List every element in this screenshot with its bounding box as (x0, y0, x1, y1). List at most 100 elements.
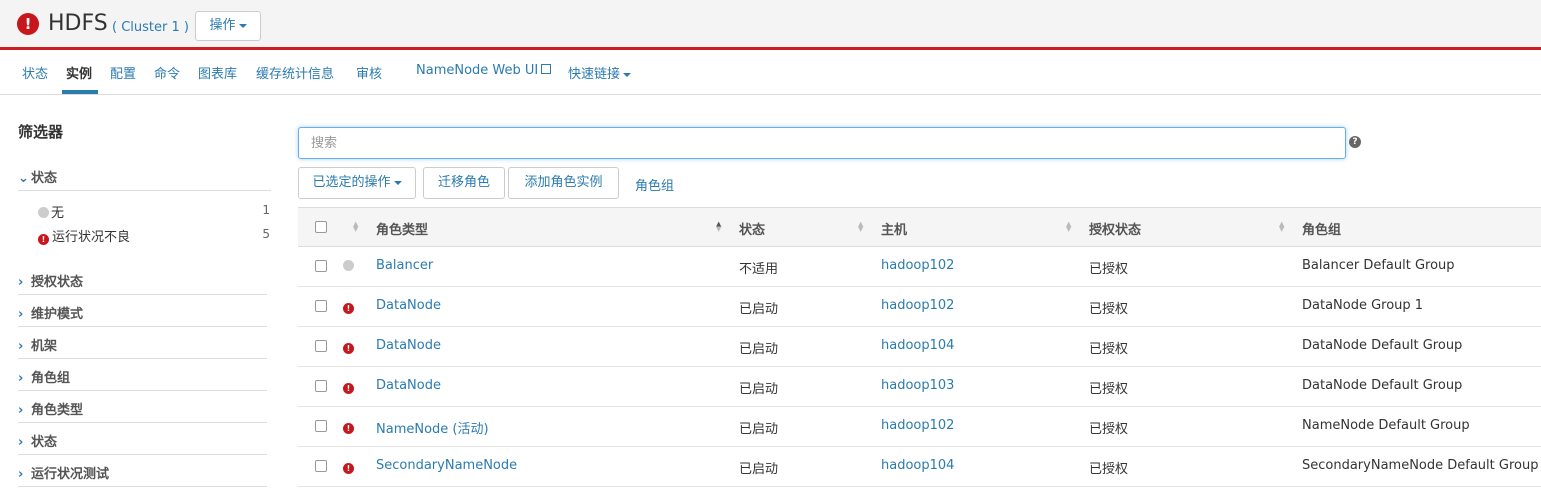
column-header-status[interactable]: 状态 (739, 219, 765, 238)
sort-icon[interactable]: ▲ ▼ (1066, 221, 1072, 233)
actions-label: 操作 (209, 18, 236, 33)
help-icon[interactable]: ? (1349, 136, 1361, 148)
role-group: DataNode Default Group (1302, 378, 1463, 393)
host-link[interactable]: hadoop102 (881, 418, 954, 433)
commission-state: 已授权 (1089, 462, 1129, 477)
filter-section-commission-state[interactable]: › 授权状态 (18, 271, 83, 290)
table-row: ! DataNode 已启动 hadoop104 已授权 DataNode De… (298, 327, 1541, 367)
filter-section-rack[interactable]: › 机架 (18, 335, 57, 354)
service-header: ! HDFS ( Cluster 1 ) 操作 (0, 0, 1541, 50)
role-type-link[interactable]: DataNode (376, 338, 441, 353)
tab-audits[interactable]: 审核 (356, 63, 382, 82)
role-type-link[interactable]: DataNode (376, 378, 441, 393)
cluster-link[interactable]: ( Cluster 1 ) (112, 20, 189, 35)
host-link[interactable]: hadoop104 (881, 458, 954, 473)
sort-icon[interactable]: ▲ ▼ (858, 221, 864, 233)
role-status: 不适用 (739, 262, 779, 277)
table-row: ! SecondaryNameNode 已启动 hadoop104 已授权 Se… (298, 447, 1541, 487)
search-input[interactable] (298, 127, 1346, 159)
role-type-link[interactable]: DataNode (376, 298, 441, 313)
divider (18, 454, 267, 455)
row-checkbox[interactable] (315, 300, 327, 312)
row-checkbox[interactable] (315, 340, 327, 352)
row-checkbox[interactable] (315, 460, 327, 472)
host-link[interactable]: hadoop102 (881, 258, 954, 273)
filter-section-maintenance-mode[interactable]: › 维护模式 (18, 303, 83, 322)
filter-section-label: 机架 (31, 339, 58, 354)
table-row: ! DataNode 已启动 hadoop103 已授权 DataNode De… (298, 367, 1541, 407)
row-checkbox[interactable] (315, 260, 327, 272)
filter-section-label: 授权状态 (31, 275, 84, 290)
column-header-role-group[interactable]: 角色组 (1302, 219, 1341, 238)
table-row: ! NameNode (活动) 已启动 hadoop102 已授权 NameNo… (298, 407, 1541, 447)
filter-section-label: 状态 (31, 171, 58, 186)
host-link[interactable]: hadoop102 (881, 298, 954, 313)
sort-ascending-icon[interactable]: ▲ ▼ (716, 221, 722, 233)
filter-option-none[interactable]: 无 (38, 202, 64, 221)
tab-commands[interactable]: 命令 (154, 63, 180, 82)
selected-actions-dropdown[interactable]: 已选定的操作 (298, 167, 416, 199)
column-header-host[interactable]: 主机 (881, 219, 907, 238)
caret-down-icon (393, 180, 402, 185)
tab-status[interactable]: 状态 (22, 63, 48, 82)
add-role-instance-button[interactable]: 添加角色实例 (508, 167, 619, 199)
quick-links-label: 快速链接 (568, 67, 621, 82)
filter-section-status-expanded[interactable]: ⌄ 状态 (18, 167, 57, 186)
filter-option-label: 运行状况不良 (52, 230, 131, 245)
divider (18, 358, 267, 359)
table-row: ! DataNode 已启动 hadoop102 已授权 DataNode Gr… (298, 287, 1541, 327)
commission-state: 已授权 (1089, 262, 1129, 277)
namenode-web-ui-link[interactable]: NameNode Web UI (416, 63, 552, 78)
divider (18, 190, 271, 191)
filter-option-count: 1 (262, 203, 270, 217)
external-link-icon (541, 64, 552, 74)
table-header: ▲ ▼ 角色类型 ▲ ▼ 状态 ▲ ▼ 主机 ▲ ▼ 授权状态 ▲ ▼ 角色组 (298, 207, 1541, 247)
row-checkbox[interactable] (315, 420, 327, 432)
actions-dropdown-button[interactable]: 操作 (195, 11, 261, 41)
divider (18, 486, 267, 487)
filter-section-state[interactable]: › 状态 (18, 431, 57, 450)
tab-cache-statistics[interactable]: 缓存统计信息 (256, 63, 334, 82)
role-type-link[interactable]: NameNode (活动) (376, 418, 489, 437)
role-type-link[interactable]: SecondaryNameNode (376, 458, 517, 473)
role-group: SecondaryNameNode Default Group (1302, 458, 1539, 473)
commission-state: 已授权 (1089, 302, 1129, 317)
row-checkbox[interactable] (315, 380, 327, 392)
host-link[interactable]: hadoop103 (881, 378, 954, 393)
tab-charts-library[interactable]: 图表库 (198, 63, 237, 82)
role-group: DataNode Default Group (1302, 338, 1463, 353)
role-type-link[interactable]: Balancer (376, 258, 433, 273)
red-exclamation-icon: ! (343, 339, 357, 354)
filters-title: 筛选器 (18, 123, 64, 141)
sort-icon[interactable]: ▲ ▼ (1279, 221, 1285, 233)
filter-section-label: 角色类型 (31, 403, 84, 418)
sort-icon[interactable]: ▲ ▼ (353, 221, 359, 233)
filter-option-label: 无 (51, 206, 65, 221)
host-link[interactable]: hadoop104 (881, 338, 954, 353)
column-header-role-type[interactable]: 角色类型 (376, 219, 428, 238)
divider (18, 294, 267, 295)
tab-configuration[interactable]: 配置 (110, 63, 136, 82)
filter-section-role-type[interactable]: › 角色类型 (18, 399, 83, 418)
red-exclamation-icon: ! (343, 299, 357, 314)
filter-option-bad-health[interactable]: ! 运行状况不良 (38, 226, 130, 245)
role-group: DataNode Group 1 (1302, 298, 1424, 313)
role-status: 已启动 (739, 382, 779, 397)
role-status: 已启动 (739, 422, 779, 437)
chevron-down-icon: ⌄ (18, 171, 29, 186)
commission-state: 已授权 (1089, 422, 1129, 437)
filter-section-label: 维护模式 (31, 307, 84, 322)
chevron-right-icon: › (18, 435, 24, 450)
filter-section-label: 状态 (31, 435, 58, 450)
caret-down-icon (623, 72, 632, 77)
quick-links-dropdown[interactable]: 快速链接 (568, 63, 632, 82)
filter-section-role-group[interactable]: › 角色组 (18, 367, 70, 386)
role-groups-link[interactable]: 角色组 (635, 175, 674, 194)
migrate-role-button[interactable]: 迁移角色 (423, 167, 505, 199)
column-header-commission-state[interactable]: 授权状态 (1089, 219, 1141, 238)
filter-section-health-tests[interactable]: › 运行状况测试 (18, 463, 109, 482)
red-exclamation-icon: ! (343, 379, 357, 394)
divider (18, 326, 267, 327)
tab-instances[interactable]: 实例 (66, 63, 92, 82)
select-all-checkbox[interactable] (315, 221, 327, 233)
